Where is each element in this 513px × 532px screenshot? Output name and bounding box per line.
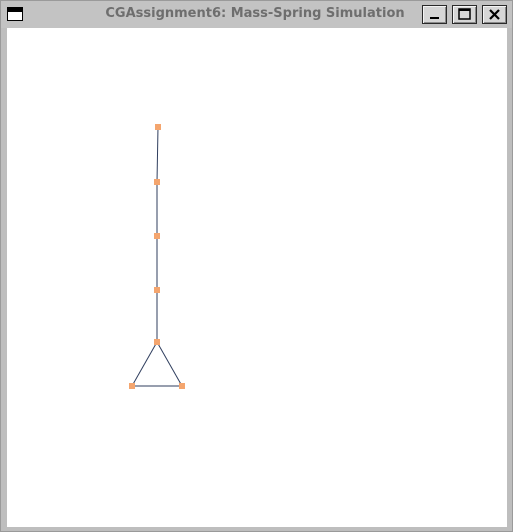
simulation-canvas[interactable] <box>7 28 507 527</box>
title-bar[interactable]: CGAssignment6: Mass-Spring Simulation <box>1 1 512 28</box>
minimize-icon <box>430 17 439 19</box>
mass-point[interactable] <box>154 339 160 345</box>
mass-point[interactable] <box>154 287 160 293</box>
mass-spring-drawing <box>129 124 185 389</box>
maximize-icon <box>458 8 471 20</box>
window-title: CGAssignment6: Mass-Spring Simulation <box>105 6 405 21</box>
close-icon <box>489 9 500 20</box>
app-window: CGAssignment6: Mass-Spring Simulation <box>0 0 513 532</box>
mass-point[interactable] <box>154 233 160 239</box>
spring <box>156 341 183 387</box>
maximize-button[interactable] <box>452 5 477 24</box>
mass-point[interactable] <box>154 179 160 185</box>
spring <box>156 126 159 183</box>
mass-point[interactable] <box>179 383 185 389</box>
spring <box>131 341 158 387</box>
mass-point[interactable] <box>155 124 161 130</box>
springs <box>131 126 183 387</box>
close-button[interactable] <box>482 5 507 24</box>
window-menu-icon[interactable] <box>7 7 23 21</box>
mass-point[interactable] <box>129 383 135 389</box>
minimize-button[interactable] <box>422 5 447 24</box>
